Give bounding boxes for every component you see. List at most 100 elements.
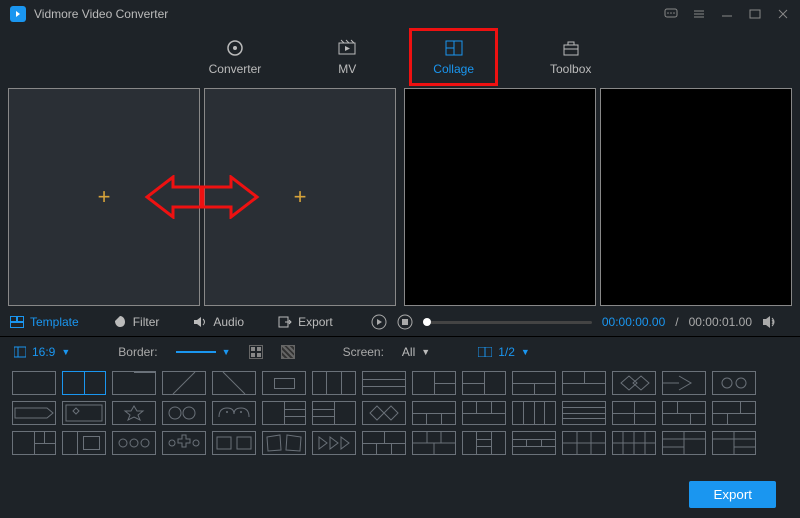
editor-pane-left[interactable]: + bbox=[8, 88, 200, 306]
collage-icon bbox=[444, 38, 464, 58]
filter-icon bbox=[113, 315, 127, 329]
screen-label: Screen: bbox=[343, 345, 384, 359]
subtab-audio[interactable]: Audio bbox=[193, 315, 244, 329]
template-item[interactable] bbox=[362, 431, 406, 455]
template-item[interactable] bbox=[662, 371, 706, 395]
template-item[interactable] bbox=[612, 431, 656, 455]
preview-pane-left bbox=[404, 88, 596, 306]
volume-icon[interactable] bbox=[762, 315, 778, 329]
aspect-dropdown[interactable]: 16:9 ▼ bbox=[14, 345, 70, 359]
add-icon[interactable]: + bbox=[98, 184, 111, 210]
template-item[interactable] bbox=[262, 371, 306, 395]
border-style-dropdown[interactable]: ▼ bbox=[176, 347, 231, 357]
template-item[interactable] bbox=[412, 371, 456, 395]
close-icon[interactable] bbox=[776, 7, 790, 21]
template-item[interactable] bbox=[212, 431, 256, 455]
arrow-right-icon bbox=[201, 175, 261, 219]
template-item[interactable] bbox=[12, 371, 56, 395]
template-item[interactable] bbox=[412, 401, 456, 425]
minimize-icon[interactable] bbox=[720, 7, 734, 21]
template-item[interactable] bbox=[562, 371, 606, 395]
subtab-export[interactable]: Export bbox=[278, 315, 333, 329]
template-item[interactable] bbox=[362, 371, 406, 395]
border-pattern[interactable] bbox=[281, 345, 295, 359]
template-item[interactable] bbox=[712, 401, 756, 425]
template-item[interactable] bbox=[12, 401, 56, 425]
feedback-icon[interactable] bbox=[664, 7, 678, 21]
subtab-filter[interactable]: Filter bbox=[113, 315, 160, 329]
border-line-icon bbox=[176, 351, 216, 353]
template-grid bbox=[0, 367, 800, 465]
template-item[interactable] bbox=[212, 401, 256, 425]
template-item[interactable] bbox=[312, 371, 356, 395]
toolbox-icon bbox=[561, 38, 581, 58]
menu-icon[interactable] bbox=[692, 7, 706, 21]
timeline[interactable] bbox=[423, 321, 592, 324]
template-item[interactable] bbox=[562, 431, 606, 455]
screen-value: All bbox=[402, 345, 415, 359]
template-item[interactable] bbox=[162, 401, 206, 425]
template-item[interactable] bbox=[12, 431, 56, 455]
template-item[interactable] bbox=[512, 371, 556, 395]
tab-converter[interactable]: Converter bbox=[201, 34, 270, 80]
editor-pane-right[interactable]: + bbox=[204, 88, 396, 306]
template-item[interactable] bbox=[612, 401, 656, 425]
template-item[interactable] bbox=[212, 371, 256, 395]
template-item[interactable] bbox=[312, 431, 356, 455]
template-item[interactable] bbox=[162, 371, 206, 395]
template-item[interactable] bbox=[112, 371, 156, 395]
preview-area bbox=[404, 88, 792, 306]
template-item[interactable] bbox=[712, 371, 756, 395]
template-item[interactable] bbox=[512, 401, 556, 425]
template-item[interactable] bbox=[62, 401, 106, 425]
template-item[interactable] bbox=[62, 431, 106, 455]
time-total: 00:00:01.00 bbox=[689, 315, 752, 329]
footer: Export bbox=[0, 465, 800, 518]
template-item[interactable] bbox=[262, 431, 306, 455]
template-item[interactable] bbox=[362, 401, 406, 425]
subtab-label: Template bbox=[30, 315, 79, 329]
main-area: + + bbox=[0, 88, 800, 306]
template-item[interactable] bbox=[162, 431, 206, 455]
page-dropdown[interactable]: 1/2 ▼ bbox=[478, 345, 530, 359]
tab-mv[interactable]: MV bbox=[329, 34, 365, 80]
subtab-label: Filter bbox=[133, 315, 160, 329]
player-controls: 00:00:00.00/00:00:01.00 bbox=[367, 314, 790, 330]
template-item[interactable] bbox=[312, 401, 356, 425]
tab-collage[interactable]: Collage bbox=[425, 34, 482, 80]
play-icon[interactable] bbox=[371, 314, 387, 330]
time-current: 00:00:00.00 bbox=[602, 315, 665, 329]
screen-dropdown[interactable]: All ▼ bbox=[402, 345, 430, 359]
template-item[interactable] bbox=[612, 371, 656, 395]
add-icon[interactable]: + bbox=[294, 184, 307, 210]
template-item[interactable] bbox=[62, 371, 106, 395]
tab-toolbox[interactable]: Toolbox bbox=[542, 34, 599, 80]
template-item[interactable] bbox=[712, 431, 756, 455]
template-item[interactable] bbox=[412, 431, 456, 455]
stop-icon[interactable] bbox=[397, 314, 413, 330]
window-controls bbox=[664, 7, 790, 21]
template-item[interactable] bbox=[662, 401, 706, 425]
arrow-left-icon bbox=[143, 175, 203, 219]
chevron-down-icon: ▼ bbox=[521, 347, 530, 357]
aspect-icon bbox=[14, 346, 26, 358]
subtab-label: Audio bbox=[213, 315, 244, 329]
mv-icon bbox=[337, 38, 357, 58]
maximize-icon[interactable] bbox=[748, 7, 762, 21]
page-value: 1/2 bbox=[498, 345, 515, 359]
template-item[interactable] bbox=[462, 431, 506, 455]
export-button[interactable]: Export bbox=[689, 481, 776, 508]
template-item[interactable] bbox=[112, 431, 156, 455]
subtab-template[interactable]: Template bbox=[10, 315, 79, 329]
template-item[interactable] bbox=[462, 371, 506, 395]
playhead[interactable] bbox=[423, 318, 431, 326]
template-item[interactable] bbox=[562, 401, 606, 425]
template-item[interactable] bbox=[662, 431, 706, 455]
tab-label: Converter bbox=[209, 62, 262, 76]
border-color-grid[interactable] bbox=[249, 345, 263, 359]
template-item[interactable] bbox=[112, 401, 156, 425]
main-tabs: Converter MV Collage Toolbox bbox=[0, 28, 800, 88]
template-item[interactable] bbox=[262, 401, 306, 425]
template-item[interactable] bbox=[462, 401, 506, 425]
template-item[interactable] bbox=[512, 431, 556, 455]
